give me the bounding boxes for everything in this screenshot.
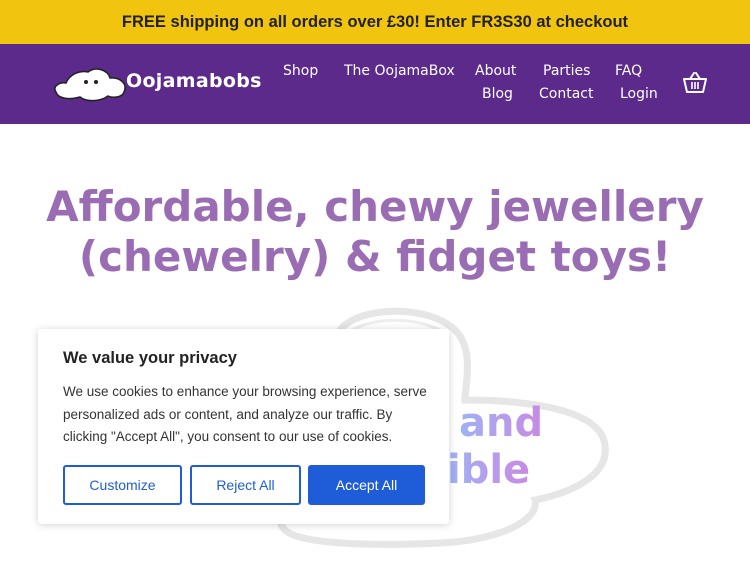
hero-partial-text-line2: ible xyxy=(447,447,531,493)
cookie-dialog-title: We value your privacy xyxy=(63,349,237,367)
hero-title-line2: (chewelry) & fidget toys! xyxy=(78,232,672,281)
hero-title: Affordable, chewy jewellery (chewelry) &… xyxy=(0,182,750,282)
hero-title-line1: Affordable, chewy jewellery xyxy=(46,182,704,231)
reject-all-button[interactable]: Reject All xyxy=(190,465,301,505)
accept-all-button[interactable]: Accept All xyxy=(308,465,425,505)
cookie-dialog-text: We use cookies to enhance your browsing … xyxy=(63,384,427,444)
customize-button[interactable]: Customize xyxy=(63,465,182,505)
hero-partial-text-line1: and xyxy=(459,400,544,446)
cookie-consent-dialog: We value your privacy We use cookies to … xyxy=(38,329,449,524)
